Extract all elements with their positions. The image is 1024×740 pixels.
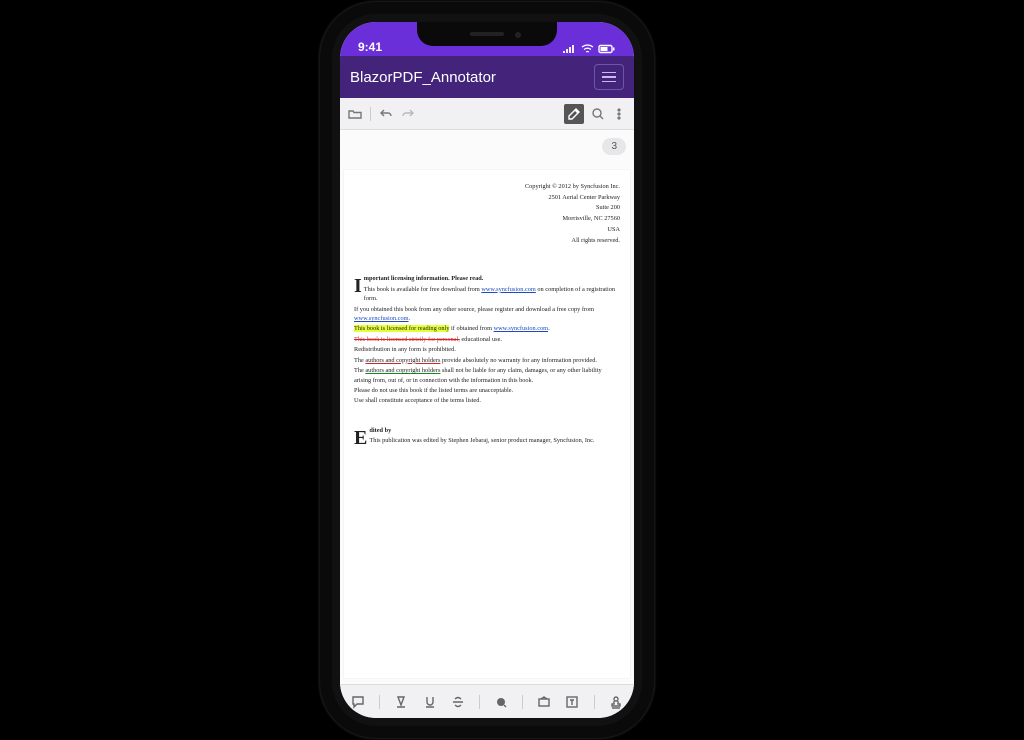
copyright: Copyright © 2012 by Syncfusion Inc. xyxy=(354,182,620,193)
open-icon[interactable] xyxy=(348,107,362,121)
link-syncfusion[interactable]: www.syncfusion.com xyxy=(481,286,536,293)
annotation-toolbar xyxy=(340,684,634,718)
pdf-page[interactable]: Copyright © 2012 by Syncfusion Inc. 2501… xyxy=(344,170,630,678)
search-icon[interactable] xyxy=(591,107,605,121)
licensing-p5: Redistribution in any form is prohibited… xyxy=(354,345,620,354)
separator xyxy=(370,107,371,121)
addr1: 2501 Aerial Center Parkway xyxy=(354,193,620,204)
licensing-head: mportant licensing information. Please r… xyxy=(364,275,484,282)
link-syncfusion[interactable]: www.syncfusion.com xyxy=(354,315,409,322)
textbox-icon[interactable] xyxy=(565,695,579,709)
top-toolbar xyxy=(340,98,634,130)
shape-icon[interactable] xyxy=(537,695,551,709)
dropcap-i: I xyxy=(354,275,362,298)
strikeout-annot[interactable]: This book is licensed strictly for perso… xyxy=(354,336,460,343)
comment-icon[interactable] xyxy=(351,695,365,709)
status-icons xyxy=(563,44,616,54)
phone-screen: 9:41 BlazorPDF_Annotator xyxy=(340,22,634,718)
ink-icon[interactable] xyxy=(494,695,508,709)
underline-annot[interactable]: authors and copyright holders xyxy=(365,357,440,364)
licensing-p7: The authors and copyright holders shall … xyxy=(354,366,620,385)
edited-p: This publication was edited by Stephen J… xyxy=(354,436,620,445)
strike-icon[interactable] xyxy=(451,695,465,709)
licensing-p8: Please do not use this book if the liste… xyxy=(354,386,620,395)
licensing-p9: Use shall constitute acceptance of the t… xyxy=(354,396,620,405)
licensing-p1: This book is available for free download… xyxy=(354,285,620,304)
licensing-p6: The authors and copyright holders provid… xyxy=(354,356,620,365)
page-number-badge: 3 xyxy=(602,138,626,155)
battery-icon xyxy=(598,44,616,54)
link-syncfusion[interactable]: www.syncfusion.com xyxy=(494,325,549,332)
underline-annot[interactable]: authors and copyright holders xyxy=(365,367,440,374)
phone-frame: 9:41 BlazorPDF_Annotator xyxy=(332,14,642,726)
dropcap-e: E xyxy=(354,427,367,450)
licensing-p3: This book is licensed for reading only i… xyxy=(354,324,620,333)
licensing-section: I mportant licensing information. Please… xyxy=(354,274,620,406)
highlight-annot[interactable]: This book is licensed for reading only xyxy=(354,325,449,332)
hamburger-button[interactable] xyxy=(594,64,624,90)
rights: All rights reserved. xyxy=(354,236,620,247)
stamp-icon[interactable] xyxy=(609,695,623,709)
edited-head: dited by xyxy=(369,427,391,434)
edited-section: E dited by This publication was edited b… xyxy=(354,426,620,446)
app-title: BlazorPDF_Annotator xyxy=(350,69,496,86)
redo-icon[interactable] xyxy=(401,107,415,121)
status-time: 9:41 xyxy=(358,40,382,54)
licensing-p2: If you obtained this book from any other… xyxy=(354,305,620,324)
copyright-block: Copyright © 2012 by Syncfusion Inc. 2501… xyxy=(354,182,620,246)
addr3: Morrisville, NC 27560 xyxy=(354,214,620,225)
more-icon[interactable] xyxy=(612,107,626,121)
signal-icon xyxy=(563,44,577,54)
viewer-area[interactable]: 3 Copyright © 2012 by Syncfusion Inc. 25… xyxy=(340,130,634,684)
undo-icon[interactable] xyxy=(379,107,393,121)
underline-icon[interactable] xyxy=(423,695,437,709)
highlight-icon[interactable] xyxy=(394,695,408,709)
wifi-icon xyxy=(581,44,594,54)
licensing-p4: This book is licensed strictly for perso… xyxy=(354,335,620,344)
notch xyxy=(417,22,557,46)
app-header: BlazorPDF_Annotator xyxy=(340,56,634,98)
addr4: USA xyxy=(354,225,620,236)
annotate-button[interactable] xyxy=(564,104,584,124)
addr2: Suite 200 xyxy=(354,203,620,214)
